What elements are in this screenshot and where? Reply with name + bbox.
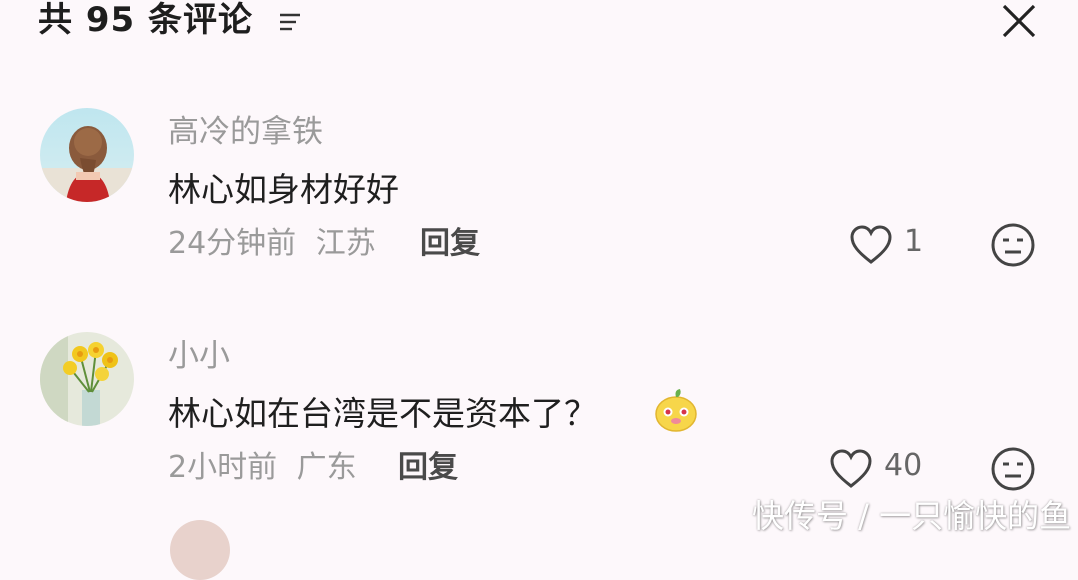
avatar[interactable] [170,520,230,580]
avatar[interactable] [40,332,134,426]
comment-item: 小小 林心如在台湾是不是资本了？ 2小时前 广东 回复 40 [0,0,1078,536]
heart-icon[interactable] [828,448,874,490]
reply-button[interactable]: 回复 [398,448,458,488]
watermark: 快传号 / 一只愉快的鱼 [752,497,1072,535]
like-count: 40 [884,448,923,483]
avatar-yellow-flowers-icon [40,332,134,426]
comment-content: 林心如在台湾是不是资本了？ [168,394,597,433]
neutral-face-icon[interactable] [990,446,1036,492]
yellow-blob-emoji-sticker-icon [655,389,697,432]
comments-panel: { "header": { "title": "共 95 条评论", "sort… [0,0,1078,580]
comment-location: 广东 [296,450,357,485]
comment-meta: 2小时前 广东 [168,448,357,488]
comment-time: 2小时前 [168,450,278,485]
comment-username[interactable]: 小小 [168,336,230,376]
